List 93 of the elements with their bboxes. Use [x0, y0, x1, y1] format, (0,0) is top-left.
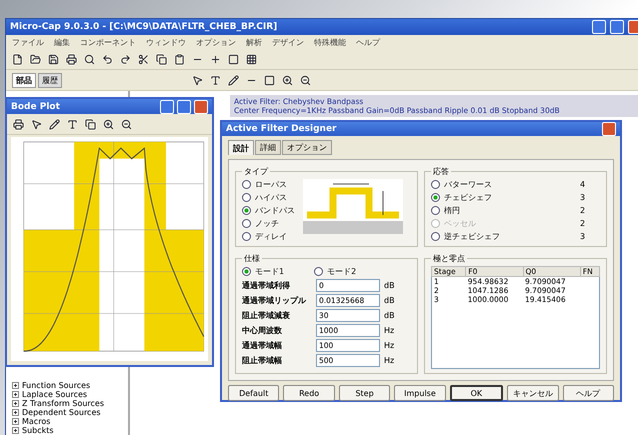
dialog-title: Active Filter Designer: [226, 124, 338, 134]
window-title: Micro-Cap 9.0.3.0 - [C:\MC9\DATA\FLTR_CHEB_BP.CIR]: [10, 22, 278, 32]
group-title: タイプ: [243, 166, 270, 177]
dialog-button[interactable]: Default: [228, 385, 280, 401]
tree-item[interactable]: Dependent Sources: [22, 408, 101, 417]
menu-item[interactable]: ファイル: [12, 36, 44, 48]
tree-item[interactable]: Z Transform Sources: [22, 399, 104, 408]
dialog-button[interactable]: Step: [338, 385, 390, 401]
tree-item[interactable]: Subckts: [22, 426, 54, 435]
expand-icon[interactable]: [12, 418, 19, 425]
field-label: 通過帯域幅: [242, 340, 283, 351]
menu-item[interactable]: ヘルプ: [356, 36, 380, 48]
dialog-button[interactable]: キャンセル: [507, 385, 559, 401]
filter-order: 3: [580, 193, 586, 202]
tree-item[interactable]: Macros: [22, 417, 50, 426]
pencil-icon[interactable]: [226, 72, 241, 88]
radio-button[interactable]: [242, 206, 251, 215]
dialog-tab[interactable]: 設計: [228, 140, 254, 155]
print-icon[interactable]: [64, 52, 79, 66]
pencil-icon[interactable]: [47, 116, 62, 132]
menu-item[interactable]: 特殊機能: [314, 36, 346, 48]
radio-button[interactable]: [242, 193, 251, 202]
filter-order: 3: [580, 232, 586, 241]
dialog-button[interactable]: Redo: [283, 385, 335, 401]
menu-item[interactable]: ウィンドウ: [146, 36, 186, 48]
radio-label: バンドパス: [255, 205, 295, 216]
radio-label: モード2: [327, 266, 356, 277]
copy-icon[interactable]: [83, 116, 98, 132]
radio-button[interactable]: [431, 232, 440, 241]
expand-icon[interactable]: [12, 427, 19, 434]
expand-icon[interactable]: [12, 409, 19, 416]
menu-item[interactable]: 解析: [246, 36, 262, 48]
filter-order: 2: [580, 206, 586, 215]
panel-tab[interactable]: 部品: [12, 72, 36, 88]
radio-label: モード1: [255, 266, 284, 277]
dialog-button[interactable]: OK: [450, 385, 504, 401]
filter-order: 4: [580, 180, 586, 189]
tree-item[interactable]: Laplace Sources: [22, 390, 88, 399]
group-title: 極と零点: [432, 253, 466, 264]
unit-label: dB: [384, 281, 395, 290]
radio-label: ディレイ: [255, 231, 288, 242]
radio-label: ハイパス: [255, 192, 288, 203]
menu-item[interactable]: デザイン: [272, 36, 304, 48]
group-title: 仕様: [243, 253, 261, 264]
panel-tab[interactable]: 履歴: [38, 72, 62, 88]
dialog-tab[interactable]: 詳細: [255, 140, 281, 155]
radio-button[interactable]: [431, 180, 440, 189]
unit-label: Hz: [384, 341, 394, 350]
minimize-button[interactable]: [592, 20, 606, 34]
radio-button[interactable]: [431, 193, 440, 202]
radio-button[interactable]: [431, 206, 440, 215]
radio-button[interactable]: [242, 219, 251, 228]
field-label: 中心周波数: [242, 325, 283, 336]
field-label: 阻止帯域減衰: [242, 310, 291, 321]
field-label: 通過帯域リップル: [242, 295, 307, 306]
expand-icon[interactable]: [12, 391, 19, 398]
expand-icon[interactable]: [12, 382, 19, 389]
field-label: 通過帯域利得: [242, 280, 291, 291]
filter-order: 2: [580, 219, 586, 228]
unit-label: Hz: [384, 356, 394, 365]
menu-item[interactable]: 編集: [54, 36, 70, 48]
field-label: 阻止帯域幅: [242, 355, 283, 366]
radio-label: ノッチ: [255, 218, 280, 229]
close-button[interactable]: [602, 122, 616, 136]
dialog-button[interactable]: Impulse: [394, 385, 446, 401]
dialog-button[interactable]: ヘルプ: [562, 385, 614, 401]
menu-item[interactable]: オプション: [196, 36, 236, 48]
maximize-button[interactable]: [177, 100, 191, 114]
radio-label: 楕円: [444, 205, 461, 216]
tree-item[interactable]: Function Sources: [22, 381, 90, 390]
print-icon[interactable]: [11, 116, 26, 132]
minimize-button[interactable]: [160, 100, 174, 114]
dialog-tab[interactable]: オプション: [282, 140, 332, 155]
unit-label: dB: [384, 296, 395, 305]
radio-button[interactable]: [314, 267, 324, 276]
window-title: Bode Plot: [11, 102, 61, 112]
radio-label: バターワース: [444, 179, 493, 190]
unit-label: dB: [384, 311, 395, 320]
radio-button[interactable]: [242, 267, 251, 276]
menu-item[interactable]: コンポーネント: [80, 36, 136, 48]
radio-button[interactable]: [242, 232, 251, 241]
maximize-button[interactable]: [610, 20, 624, 34]
close-button[interactable]: [628, 20, 638, 34]
copy-icon[interactable]: [154, 52, 169, 66]
radio-label: ベッセル: [444, 218, 477, 229]
radio-label: 逆チェビシェフ: [444, 231, 501, 242]
radio-label: チェビシェフ: [444, 192, 493, 203]
radio-label: ローパス: [255, 179, 288, 190]
group-title: 応答: [432, 166, 450, 177]
unit-label: Hz: [384, 326, 394, 335]
close-button[interactable]: [194, 100, 208, 114]
expand-icon[interactable]: [12, 400, 19, 407]
radio-button[interactable]: [242, 180, 251, 189]
